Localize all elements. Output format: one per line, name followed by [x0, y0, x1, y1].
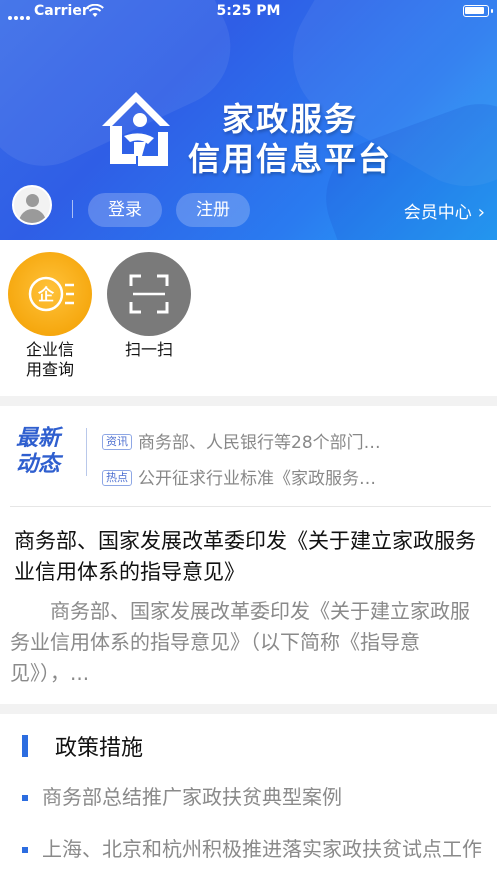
section-accent-bar	[22, 735, 28, 757]
quick-entry-label: 扫一扫	[124, 340, 173, 359]
label-line2: 用查询	[25, 360, 74, 379]
section-title: 政策措施	[55, 736, 144, 761]
news-ticker-text: 公开征求行业标准《家政服务…	[138, 469, 376, 489]
svg-text:企: 企	[37, 285, 55, 304]
enterprise-credit-query-button[interactable]: 企 企业信 用查询	[8, 252, 92, 380]
scan-button[interactable]: 扫一扫	[107, 252, 191, 360]
latest-news-logo: 最新 动态	[16, 426, 78, 482]
member-center-label: 会员中心	[403, 203, 472, 223]
latest-logo-line1: 最新	[16, 426, 61, 451]
quick-entry-label: 企业信 用查询	[8, 340, 92, 380]
article-summary[interactable]: 商务部、国家发展改革委印发《关于建立家政服务业信用体系的指导意见》（以下简称《指…	[10, 596, 488, 689]
label-line1: 企业信	[25, 340, 74, 359]
policy-list-item[interactable]: 上海、北京和杭州积极推进落实家政扶贫试点工作	[22, 834, 492, 865]
login-button[interactable]: 登录	[88, 193, 162, 227]
register-button[interactable]: 注册	[176, 193, 250, 227]
news-ticker-item[interactable]: 热点 公开征求行业标准《家政服务…	[102, 464, 376, 489]
battery-icon	[463, 5, 493, 17]
news-ticker-text: 商务部、人民银行等28个部门…	[138, 433, 381, 453]
news-tag: 热点	[102, 469, 132, 486]
platform-title-line2: 信用信息平台	[188, 140, 393, 178]
policy-item-text: 商务部总结推广家政扶贫典型案例	[42, 785, 342, 809]
status-bar: Carrier 5:25 PM	[0, 0, 497, 24]
section-gap	[0, 396, 497, 406]
bullet-icon	[22, 847, 28, 853]
scan-icon	[107, 252, 191, 336]
clock: 5:25 PM	[216, 3, 281, 19]
news-ticker-item[interactable]: 资讯 商务部、人民银行等28个部门…	[102, 428, 381, 453]
enterprise-credit-icon: 企	[8, 252, 92, 336]
user-icon	[26, 194, 39, 207]
member-center-link[interactable]: 会员中心 ›	[404, 198, 485, 223]
policy-section: 政策措施 商务部总结推广家政扶贫典型案例 上海、北京和杭州积极推进落实家政扶贫试…	[0, 714, 497, 883]
platform-logo-icon	[94, 86, 178, 170]
header-banner: Carrier 5:25 PM 家政服务 信用信息平台 登录 注册 会员中心 ›	[0, 0, 497, 240]
bullet-icon	[22, 795, 28, 801]
user-icon-body	[19, 209, 46, 223]
policy-item-text: 上海、北京和杭州积极推进落实家政扶贫试点工作	[42, 837, 482, 861]
policy-list-item[interactable]: 商务部总结推广家政扶贫典型案例	[22, 782, 492, 813]
divider	[72, 200, 73, 218]
news-section: 最新 动态 资讯 商务部、人民银行等28个部门… 热点 公开征求行业标准《家政服务……	[0, 406, 497, 706]
article-title[interactable]: 商务部、国家发展改革委印发《关于建立家政服务业信用体系的指导意见》	[14, 526, 484, 588]
news-tag: 资讯	[102, 433, 132, 450]
divider	[10, 506, 491, 507]
latest-logo-line2: 动态	[16, 452, 61, 477]
avatar[interactable]	[12, 185, 52, 225]
chevron-right-icon: ›	[477, 202, 485, 223]
section-gap	[0, 704, 497, 714]
divider	[86, 428, 87, 476]
quick-entry-grid: 企 企业信 用查询 扫一扫	[0, 240, 497, 396]
app-screen: Carrier 5:25 PM 家政服务 信用信息平台 登录 注册 会员中心 ›…	[0, 0, 497, 883]
